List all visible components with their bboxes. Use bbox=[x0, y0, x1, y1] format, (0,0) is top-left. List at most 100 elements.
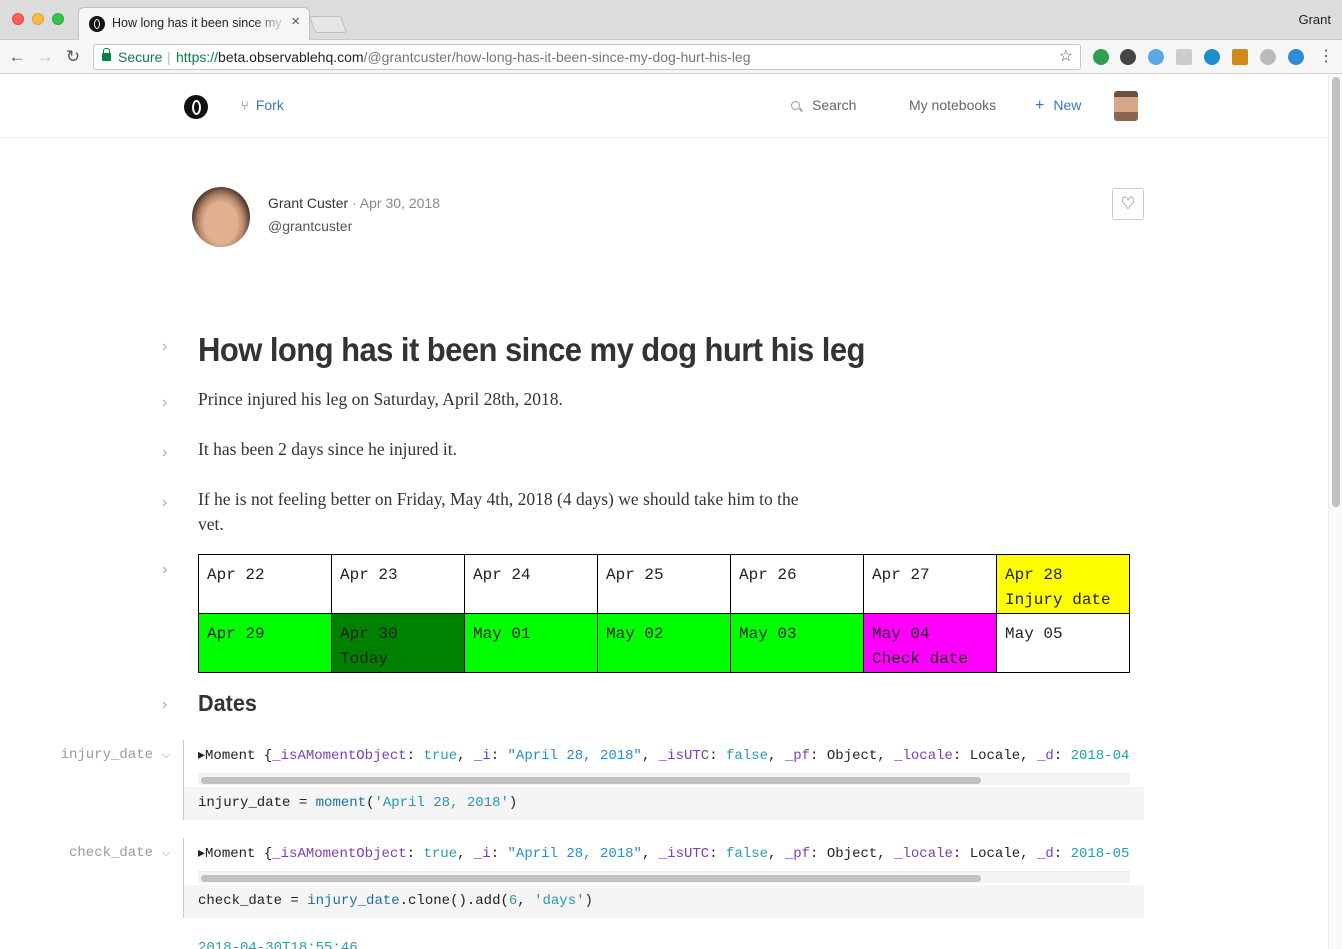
calendar-day: Apr 23 bbox=[331, 554, 465, 614]
calendar-day: Apr 22 bbox=[198, 554, 332, 614]
tab-close-icon[interactable]: × bbox=[291, 14, 300, 30]
browser-menu-icon[interactable]: ⋮ bbox=[1318, 46, 1334, 68]
url-text: https://beta.observablehq.com/@grantcust… bbox=[176, 49, 751, 65]
page-scrollbar[interactable] bbox=[1328, 75, 1342, 949]
url-separator: | bbox=[167, 49, 171, 65]
author-name[interactable]: Grant Custer bbox=[268, 195, 348, 211]
calendar-day-date: Apr 22 bbox=[207, 566, 265, 584]
back-arrow-icon[interactable]: ← bbox=[6, 46, 28, 68]
publish-date: · Apr 30, 2018 bbox=[348, 195, 440, 211]
new-tab-button[interactable] bbox=[308, 16, 348, 33]
output-scroll-thumb[interactable] bbox=[201, 777, 981, 784]
calendar-day-date: May 02 bbox=[606, 625, 664, 643]
dates-heading: Dates bbox=[198, 690, 257, 716]
secure-label: Secure bbox=[118, 49, 163, 65]
lock-icon bbox=[102, 48, 111, 61]
calendar-day-date: May 05 bbox=[1005, 625, 1063, 643]
calendar-day: Apr 28 Injury date bbox=[996, 554, 1130, 614]
check-date-output[interactable]: ▸Moment {_isAMomentObject: true, _i: "Ap… bbox=[198, 843, 1130, 865]
calendar-day-date: May 03 bbox=[739, 625, 797, 643]
search-button[interactable]: Search bbox=[791, 97, 856, 113]
calendar-week-row: Apr 22 Apr 23 Apr 24 Apr 25 Apr 26 Apr 27 Apr … bbox=[198, 554, 1130, 614]
browser-tab-strip: How long has it been since my × Grant bbox=[0, 0, 1342, 40]
calendar-day-note: Check date bbox=[872, 650, 969, 668]
browser-profile-name[interactable]: Grant bbox=[1298, 12, 1331, 27]
calendar-day: Apr 24 bbox=[464, 554, 598, 614]
browser-toolbar: ← → ↻ Secure | https://beta.observablehq… bbox=[0, 40, 1342, 74]
cell-toggle-icon[interactable]: › bbox=[162, 495, 172, 511]
fork-icon: ⑂ bbox=[241, 98, 249, 113]
injury-date-label[interactable]: injury_date bbox=[43, 747, 153, 763]
injury-date-output[interactable]: ▸Moment {_isAMomentObject: true, _i: "Ap… bbox=[198, 745, 1130, 767]
author-avatar[interactable] bbox=[192, 187, 250, 247]
bookmark-star-icon[interactable]: ☆ bbox=[1059, 45, 1073, 69]
extension-icon-5[interactable] bbox=[1204, 49, 1220, 65]
calendar-day-date: Apr 29 bbox=[207, 625, 265, 643]
output-scroll-thumb[interactable] bbox=[201, 875, 981, 882]
calendar-day: May 04 Check date bbox=[863, 613, 997, 673]
notebook-title: How long has it been since my dog hurt h… bbox=[198, 331, 865, 368]
fork-button[interactable]: ⑂ Fork bbox=[241, 97, 284, 113]
zoom-window-button[interactable] bbox=[52, 13, 64, 25]
calendar-day-date: Apr 24 bbox=[473, 566, 531, 584]
user-avatar[interactable] bbox=[1114, 91, 1138, 121]
search-icon bbox=[791, 101, 800, 110]
output-scrollbar[interactable] bbox=[198, 773, 1130, 785]
calendar-day: May 02 bbox=[597, 613, 731, 673]
my-notebooks-link[interactable]: My notebooks bbox=[909, 97, 996, 113]
calendar-day-note: Today bbox=[340, 650, 389, 668]
extension-icon-1[interactable] bbox=[1093, 49, 1109, 65]
calendar-day-date: Apr 28 bbox=[1005, 566, 1063, 584]
cell-toggle-icon[interactable]: › bbox=[162, 562, 172, 578]
like-button[interactable]: ♡ bbox=[1112, 188, 1144, 220]
plus-icon: + bbox=[1035, 97, 1045, 114]
calendar-day: Apr 27 bbox=[863, 554, 997, 614]
browser-tab-active[interactable]: How long has it been since my × bbox=[78, 7, 310, 40]
extension-icon-3[interactable] bbox=[1148, 49, 1164, 65]
author-byline: Grant Custer · Apr 30, 2018 bbox=[268, 195, 440, 211]
cell-toggle-icon[interactable]: › bbox=[162, 697, 172, 713]
injury-date-code[interactable]: injury_date = moment('April 28, 2018') bbox=[184, 787, 1144, 820]
output-scrollbar[interactable] bbox=[198, 871, 1130, 883]
calendar-day: Apr 30 Today bbox=[331, 613, 465, 673]
new-notebook-button[interactable]: + New bbox=[1035, 97, 1081, 115]
extension-icon-2[interactable] bbox=[1120, 49, 1136, 65]
observable-favicon-icon bbox=[89, 16, 105, 32]
calendar-day-date: May 04 bbox=[872, 625, 930, 643]
author-handle[interactable]: @grantcuster bbox=[268, 218, 352, 234]
check-date-label[interactable]: check_date bbox=[43, 845, 153, 861]
heart-icon: ♡ bbox=[1120, 194, 1136, 213]
vet-paragraph: If he is not feeling better on Friday, M… bbox=[198, 489, 799, 534]
calendar-day-date: May 01 bbox=[473, 625, 531, 643]
cell-toggle-icon[interactable]: › bbox=[162, 445, 172, 461]
check-date-code[interactable]: check_date = injury_date.clone().add(6, … bbox=[184, 885, 1144, 918]
calendar-grid: Apr 22 Apr 23 Apr 24 Apr 25 Apr 26 Apr 27 Apr … bbox=[198, 554, 1130, 673]
extension-icon-6[interactable] bbox=[1232, 49, 1248, 65]
cell-toggle-icon[interactable]: › bbox=[162, 339, 172, 355]
observable-logo-icon[interactable] bbox=[184, 95, 208, 119]
cell-toggle-icon[interactable]: › bbox=[162, 395, 172, 411]
extension-icon-8[interactable] bbox=[1288, 49, 1304, 65]
calendar-day-date: Apr 27 bbox=[872, 566, 930, 584]
forward-arrow-icon[interactable]: → bbox=[34, 46, 56, 68]
calendar-day-note: Injury date bbox=[1005, 591, 1111, 609]
intro-paragraph: Prince injured his leg on Saturday, Apri… bbox=[198, 389, 563, 409]
calendar-day-date: Apr 25 bbox=[606, 566, 664, 584]
calendar-week-row: Apr 29 Apr 30 Today May 01 May 02 May 03 May 0… bbox=[198, 613, 1130, 673]
close-window-button[interactable] bbox=[12, 13, 24, 25]
extension-icon-7[interactable] bbox=[1260, 49, 1276, 65]
tab-title: How long has it been since my bbox=[112, 16, 282, 30]
address-bar[interactable]: Secure | https://beta.observablehq.com/@… bbox=[93, 44, 1081, 70]
today-output-partial: 2018-04-30T18:55:46 bbox=[198, 940, 358, 949]
chevron-down-icon[interactable]: ⌵ bbox=[162, 749, 170, 762]
calendar-day: Apr 25 bbox=[597, 554, 731, 614]
minimize-window-button[interactable] bbox=[32, 13, 44, 25]
chevron-down-icon[interactable]: ⌵ bbox=[162, 847, 170, 860]
extension-icon-4[interactable] bbox=[1176, 49, 1192, 65]
calendar-day-date: Apr 23 bbox=[340, 566, 398, 584]
reload-icon[interactable]: ↻ bbox=[62, 46, 84, 68]
calendar-day-date: Apr 30 bbox=[340, 625, 398, 643]
page-scroll-thumb[interactable] bbox=[1332, 77, 1340, 507]
calendar-day: Apr 26 bbox=[730, 554, 864, 614]
calendar-day: May 03 bbox=[730, 613, 864, 673]
